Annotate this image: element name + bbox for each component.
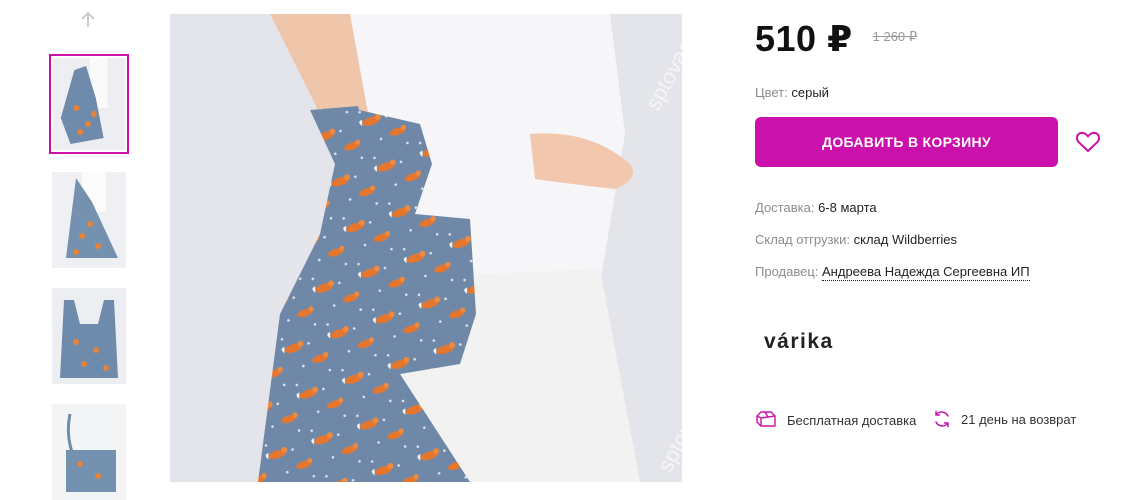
brand-logo[interactable]: várika (764, 330, 834, 354)
current-price: 510 ₽ (755, 18, 853, 59)
product-photo[interactable]: sptovar sptovar (170, 14, 682, 482)
add-to-cart-button[interactable]: ДОБАВИТЬ В КОРЗИНУ (755, 117, 1058, 167)
delivery-line: Доставка: 6-8 марта (755, 200, 877, 215)
warehouse-label: Склад отгрузки: (755, 232, 850, 247)
thumbnail-4[interactable] (52, 404, 126, 500)
seller-link[interactable]: Андреева Надежда Сергеевна ИП (822, 264, 1030, 281)
color-line: Цвет: серый (755, 85, 829, 100)
seller-label: Продавец: (755, 264, 819, 279)
heart-icon[interactable] (1075, 130, 1101, 154)
free-delivery-label: Бесплатная доставка (787, 412, 917, 428)
free-delivery-perk: Бесплатная доставка (755, 410, 916, 430)
arrow-up-icon[interactable] (78, 10, 98, 30)
thumbnail-3[interactable] (52, 288, 126, 384)
box-icon (756, 411, 776, 427)
return-label: 21 день на возврат (961, 411, 1077, 427)
old-price: 1 260 ₽ (872, 29, 918, 44)
thumbnail-1[interactable] (49, 54, 129, 154)
refresh-icon (935, 410, 949, 428)
return-perk: 21 день на возврат (933, 410, 1076, 428)
seller-line: Продавец: Андреева Надежда Сергеевна ИП (755, 264, 1030, 281)
warehouse-value: склад Wildberries (853, 232, 957, 247)
color-label: Цвет: (755, 85, 788, 100)
delivery-value: 6-8 марта (818, 200, 877, 215)
color-value: серый (791, 85, 829, 100)
delivery-label: Доставка: (755, 200, 815, 215)
warehouse-line: Склад отгрузки: склад Wildberries (755, 232, 957, 247)
price-block: 510 ₽ 1 260 ₽ (755, 18, 917, 60)
thumbnail-2[interactable] (52, 172, 126, 268)
